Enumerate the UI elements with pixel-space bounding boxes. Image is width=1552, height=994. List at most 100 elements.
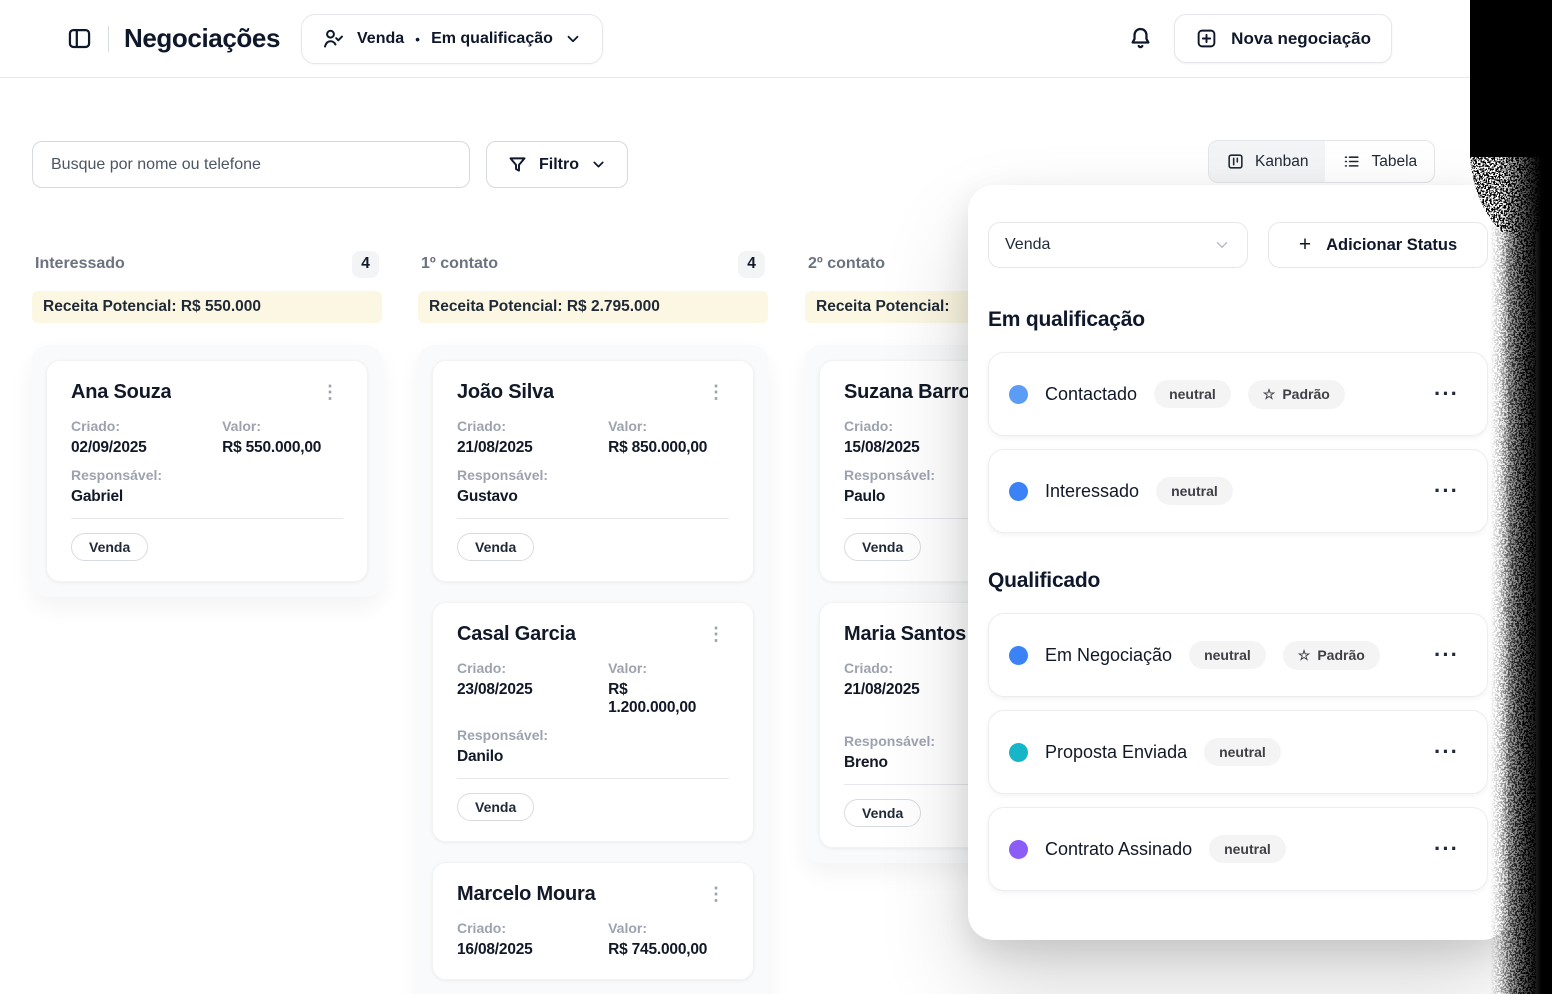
status-menu-button[interactable]: ··· xyxy=(1434,741,1459,763)
view-table-tab[interactable]: Tabela xyxy=(1325,141,1434,182)
kanban-icon xyxy=(1226,152,1245,171)
deal-name: João Silva xyxy=(457,381,554,404)
plus-square-icon xyxy=(1195,27,1218,50)
owner-value: Gustavo xyxy=(457,488,608,506)
card-menu-button[interactable]: ⋮ xyxy=(703,883,729,905)
created-label: Criado: xyxy=(71,418,222,434)
view-toggle: Kanban Tabela xyxy=(1208,140,1435,183)
column-card-list: João Silva ⋮ Criado: 21/08/2025 Valor: R… xyxy=(418,345,768,994)
default-badge-label: Padrão xyxy=(1317,647,1364,663)
plus-icon: + xyxy=(1299,233,1311,257)
neutral-badge: neutral xyxy=(1156,477,1233,505)
filter-button[interactable]: Filtro xyxy=(486,141,628,188)
bell-icon xyxy=(1127,25,1154,52)
chevron-down-icon xyxy=(564,30,582,48)
neutral-badge: neutral xyxy=(1204,738,1281,766)
team-select[interactable]: Venda xyxy=(988,222,1248,268)
status-name: Interessado xyxy=(1045,481,1139,502)
filter-label: Filtro xyxy=(539,156,579,174)
card-divider xyxy=(457,518,729,519)
card-menu-button[interactable]: ⋮ xyxy=(703,381,729,403)
status-row-contactado[interactable]: Contactado neutral ☆ Padrão ··· xyxy=(988,352,1488,436)
new-negotiation-label: Nova negociação xyxy=(1231,29,1371,49)
status-menu-button[interactable]: ··· xyxy=(1434,644,1459,666)
status-group-title: Qualificado xyxy=(988,569,1488,593)
status-row-em-negociacao[interactable]: Em Negociação neutral ☆ Padrão ··· xyxy=(988,613,1488,697)
status-menu-button[interactable]: ··· xyxy=(1434,383,1459,405)
card-menu-button[interactable]: ⋮ xyxy=(317,381,343,403)
deal-card-joao-silva[interactable]: João Silva ⋮ Criado: 21/08/2025 Valor: R… xyxy=(432,360,754,582)
sidebar-toggle-button[interactable] xyxy=(66,25,93,52)
pipeline-selector[interactable]: Venda • Em qualificação xyxy=(301,14,603,64)
new-negotiation-button[interactable]: Nova negociação xyxy=(1174,14,1392,63)
app-header: Negociações Venda • Em qualificação xyxy=(0,0,1552,78)
list-icon xyxy=(1342,152,1361,171)
deal-tag: Venda xyxy=(71,533,148,561)
chevron-down-icon xyxy=(1213,236,1231,254)
deal-card-ana-souza[interactable]: Ana Souza ⋮ Criado: 02/09/2025 Valor: R$… xyxy=(46,360,368,582)
status-row-interessado[interactable]: Interessado neutral ··· xyxy=(988,449,1488,533)
status-color-dot xyxy=(1009,482,1028,501)
status-name: Proposta Enviada xyxy=(1045,742,1187,763)
status-name: Contrato Assinado xyxy=(1045,839,1192,860)
column-count-badge: 4 xyxy=(352,251,379,278)
deal-tag: Venda xyxy=(457,533,534,561)
dot-separator: • xyxy=(415,31,420,47)
view-table-label: Tabela xyxy=(1371,153,1417,171)
status-name: Contactado xyxy=(1045,384,1137,405)
deal-card-casal-garcia[interactable]: Casal Garcia ⋮ Criado: 23/08/2025 Valor:… xyxy=(432,602,754,842)
status-group-title: Em qualificação xyxy=(988,308,1488,332)
deal-name: Marcelo Moura xyxy=(457,883,596,906)
column-revenue-banner: Receita Potencial: R$ 2.795.000 xyxy=(418,291,768,323)
kanban-column-1o-contato: 1º contato 4 Receita Potencial: R$ 2.795… xyxy=(418,250,768,994)
header-right: Nova negociação xyxy=(1127,14,1392,63)
pipeline-stage-label: Em qualificação xyxy=(431,30,553,48)
team-select-value: Venda xyxy=(1005,236,1050,254)
status-row-contrato-assinado[interactable]: Contrato Assinado neutral ··· xyxy=(988,807,1488,891)
neutral-badge: neutral xyxy=(1189,641,1266,669)
revenue-label: Receita Potencial: xyxy=(429,298,563,315)
deal-value: R$ 550.000,00 xyxy=(222,439,343,457)
deal-value: R$ 745.000,00 xyxy=(608,941,729,959)
created-label: Criado: xyxy=(457,920,608,936)
star-icon: ☆ xyxy=(1263,386,1276,403)
add-status-button[interactable]: + Adicionar Status xyxy=(1268,222,1488,268)
status-menu-button[interactable]: ··· xyxy=(1434,480,1459,502)
owner-label: Responsável: xyxy=(457,727,608,743)
owner-value: Danilo xyxy=(457,748,608,766)
deal-name: Maria Santos xyxy=(844,623,966,646)
negotiations-page: Negociações Venda • Em qualificação xyxy=(0,0,1552,994)
card-divider xyxy=(457,778,729,779)
status-name: Em Negociação xyxy=(1045,645,1172,666)
add-status-label: Adicionar Status xyxy=(1326,236,1457,255)
column-title: 1º contato xyxy=(421,255,498,273)
deal-tag: Venda xyxy=(844,799,921,827)
column-revenue-banner: Receita Potencial: R$ 550.000 xyxy=(32,291,382,323)
search-input[interactable] xyxy=(32,141,470,188)
status-color-dot xyxy=(1009,840,1028,859)
deal-tag: Venda xyxy=(844,533,921,561)
kanban-column-interessado: Interessado 4 Receita Potencial: R$ 550.… xyxy=(32,250,382,597)
created-label: Criado: xyxy=(457,418,608,434)
column-card-list: Ana Souza ⋮ Criado: 02/09/2025 Valor: R$… xyxy=(32,345,382,597)
view-kanban-tab[interactable]: Kanban xyxy=(1209,141,1325,182)
deal-value: R$ 1.200.000,00 xyxy=(608,681,718,717)
card-menu-button[interactable]: ⋮ xyxy=(703,623,729,645)
created-value: 16/08/2025 xyxy=(457,941,608,959)
status-row-proposta-enviada[interactable]: Proposta Enviada neutral ··· xyxy=(988,710,1488,794)
chevron-down-icon xyxy=(590,156,607,173)
deal-name: Ana Souza xyxy=(71,381,171,404)
owner-label: Responsável: xyxy=(457,467,608,483)
deal-name: Suzana Barros xyxy=(844,381,981,404)
deal-value: R$ 850.000,00 xyxy=(608,439,729,457)
value-label: Valor: xyxy=(608,418,729,434)
status-menu-button[interactable]: ··· xyxy=(1434,838,1459,860)
column-count-badge: 4 xyxy=(738,251,765,278)
neutral-badge: neutral xyxy=(1209,835,1286,863)
funnel-icon xyxy=(507,154,528,175)
notifications-button[interactable] xyxy=(1127,25,1154,52)
revenue-label: Receita Potencial: xyxy=(43,298,177,315)
deal-name: Casal Garcia xyxy=(457,623,576,646)
deal-card-marcelo-moura[interactable]: Marcelo Moura ⋮ Criado: 16/08/2025 Valor… xyxy=(432,862,754,980)
revenue-value: R$ 2.795.000 xyxy=(567,298,660,315)
